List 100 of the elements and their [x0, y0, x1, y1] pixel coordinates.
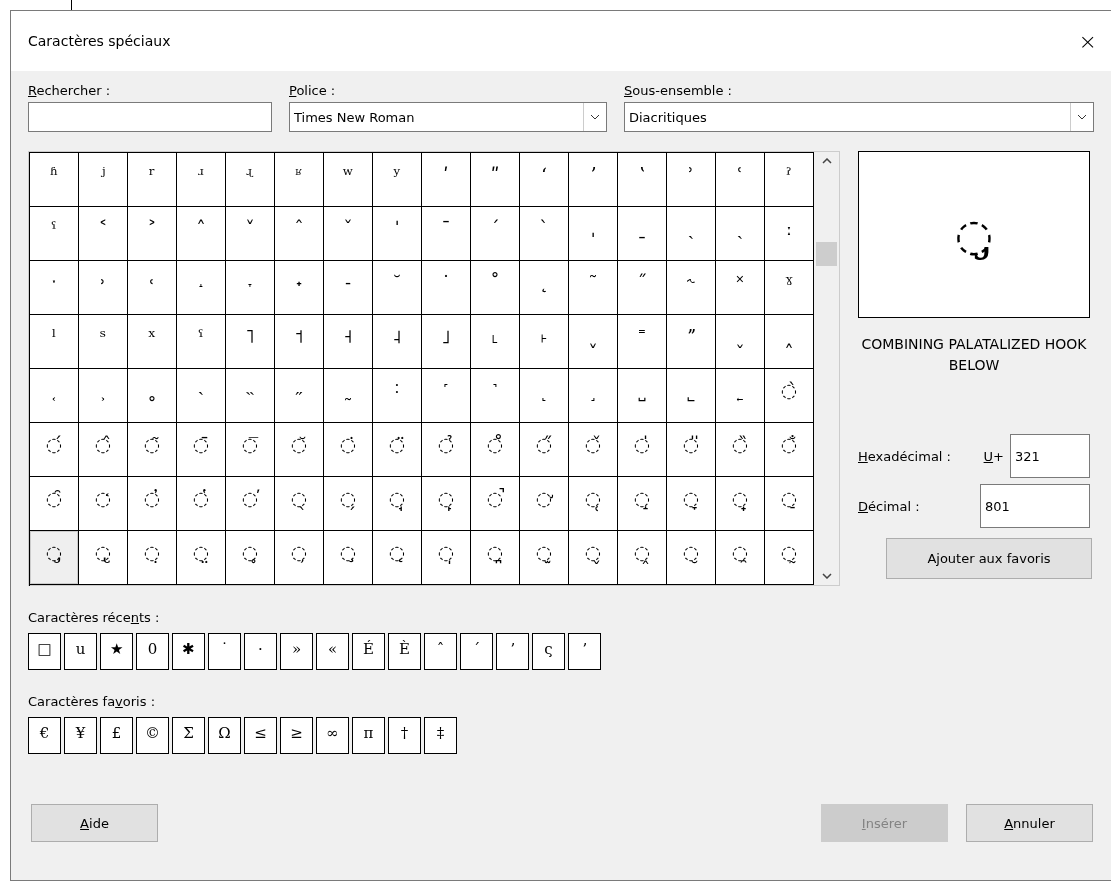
- character-cell[interactable]: ◌̍: [618, 423, 667, 477]
- character-cell[interactable]: ˗: [324, 261, 373, 315]
- favorite-character[interactable]: €: [28, 717, 61, 754]
- character-cell[interactable]: ◌̅: [226, 423, 275, 477]
- character-cell[interactable]: ˬ: [569, 315, 618, 369]
- character-cell[interactable]: ◌̇: [324, 423, 373, 477]
- scrollbar-thumb[interactable]: [816, 242, 837, 266]
- character-cell[interactable]: ˿: [716, 369, 765, 423]
- favorite-character[interactable]: ≥: [280, 717, 313, 754]
- character-cell[interactable]: ˟: [716, 261, 765, 315]
- character-cell[interactable]: ◌̭: [618, 531, 667, 585]
- character-cell[interactable]: ◌̞: [667, 477, 716, 531]
- character-cell[interactable]: ˡ: [30, 315, 79, 369]
- character-cell[interactable]: ◌̈: [373, 423, 422, 477]
- character-cell[interactable]: ◌̙: [422, 477, 471, 531]
- character-cell[interactable]: ˳: [128, 369, 177, 423]
- character-cell[interactable]: ˄: [177, 207, 226, 261]
- character-cell[interactable]: ◌̀: [765, 369, 814, 423]
- character-cell[interactable]: ◌̢: [79, 531, 128, 585]
- recent-character[interactable]: ★: [100, 633, 133, 670]
- character-cell[interactable]: ˥: [226, 315, 275, 369]
- character-cell[interactable]: ʻ: [520, 153, 569, 207]
- character-cell[interactable]: ˲: [79, 369, 128, 423]
- recent-character[interactable]: É: [352, 633, 385, 670]
- character-cell[interactable]: ˫: [520, 315, 569, 369]
- character-cell[interactable]: ˏ: [716, 207, 765, 261]
- character-cell[interactable]: ˼: [569, 369, 618, 423]
- character-cell[interactable]: ◌̖: [275, 477, 324, 531]
- scrollbar[interactable]: [814, 152, 839, 585]
- character-cell[interactable]: ˯: [716, 315, 765, 369]
- character-cell[interactable]: ◌̒: [79, 477, 128, 531]
- recent-character[interactable]: □: [28, 633, 61, 670]
- character-cell[interactable]: ˙: [422, 261, 471, 315]
- favorite-character[interactable]: ∞: [316, 717, 349, 754]
- character-cell[interactable]: ◌̟: [716, 477, 765, 531]
- character-cell[interactable]: ◌̯: [716, 531, 765, 585]
- character-cell[interactable]: ◌̥: [226, 531, 275, 585]
- character-cell[interactable]: ◌̬: [569, 531, 618, 585]
- character-cell[interactable]: ◌̓: [128, 477, 177, 531]
- favorite-character[interactable]: †: [388, 717, 421, 754]
- character-cell[interactable]: ˚: [471, 261, 520, 315]
- recent-character[interactable]: ˊ: [460, 633, 493, 670]
- character-cell[interactable]: ʱ: [30, 153, 79, 207]
- character-cell[interactable]: ˝: [618, 261, 667, 315]
- character-cell[interactable]: ◌̑: [30, 477, 79, 531]
- character-cell[interactable]: ◌̡: [30, 531, 79, 585]
- recent-character[interactable]: u: [64, 633, 97, 670]
- character-cell[interactable]: ˅: [226, 207, 275, 261]
- character-cell[interactable]: ◌̫: [520, 531, 569, 585]
- character-cell[interactable]: ʹ: [422, 153, 471, 207]
- character-cell[interactable]: ˵: [226, 369, 275, 423]
- character-cell[interactable]: ˰: [765, 315, 814, 369]
- recent-character[interactable]: ʼ: [496, 633, 529, 670]
- character-cell[interactable]: ˉ: [422, 207, 471, 261]
- character-cell[interactable]: ʺ: [471, 153, 520, 207]
- close-button[interactable]: ×: [1072, 28, 1103, 54]
- favorite-character[interactable]: ‡: [424, 717, 457, 754]
- character-cell[interactable]: ˣ: [128, 315, 177, 369]
- character-cell[interactable]: ◌̗: [324, 477, 373, 531]
- character-cell[interactable]: ˖: [275, 261, 324, 315]
- character-cell[interactable]: ˍ: [618, 207, 667, 261]
- character-cell[interactable]: ˾: [667, 369, 716, 423]
- dialog-button[interactable]: Annuler: [966, 804, 1093, 842]
- character-cell[interactable]: ◌̦: [275, 531, 324, 585]
- character-cell[interactable]: ◌̘: [373, 477, 422, 531]
- search-field[interactable]: [28, 102, 272, 132]
- character-cell[interactable]: ˑ: [30, 261, 79, 315]
- recent-character[interactable]: 0: [136, 633, 169, 670]
- character-cell[interactable]: ◌̣: [128, 531, 177, 585]
- character-cell[interactable]: ˜: [569, 261, 618, 315]
- character-cell[interactable]: ˺: [471, 369, 520, 423]
- subset-dropdown[interactable]: Diacritiques: [624, 102, 1094, 132]
- character-cell[interactable]: ◌̏: [716, 423, 765, 477]
- character-cell[interactable]: ◌̛: [520, 477, 569, 531]
- character-cell[interactable]: ʲ: [79, 153, 128, 207]
- character-cell[interactable]: ʶ: [275, 153, 324, 207]
- character-cell[interactable]: ◌̔: [177, 477, 226, 531]
- hex-field[interactable]: 321: [1010, 434, 1090, 478]
- character-cell[interactable]: ˈ: [373, 207, 422, 261]
- character-cell[interactable]: ◌̩: [422, 531, 471, 585]
- recent-character[interactable]: »: [280, 633, 313, 670]
- character-cell[interactable]: ˧: [324, 315, 373, 369]
- character-cell[interactable]: ˃: [128, 207, 177, 261]
- favorite-character[interactable]: Ω: [208, 717, 241, 754]
- character-cell[interactable]: ˓: [128, 261, 177, 315]
- character-cell[interactable]: ◌̧: [324, 531, 373, 585]
- favorite-character[interactable]: ¥: [64, 717, 97, 754]
- help-button[interactable]: Aide: [31, 804, 158, 842]
- character-cell[interactable]: ʾ: [667, 153, 716, 207]
- character-cell[interactable]: ˀ: [765, 153, 814, 207]
- character-cell[interactable]: ˠ: [765, 261, 814, 315]
- character-cell[interactable]: ʿ: [716, 153, 765, 207]
- character-cell[interactable]: ˢ: [79, 315, 128, 369]
- character-cell[interactable]: ◌̌: [569, 423, 618, 477]
- character-cell[interactable]: ʳ: [128, 153, 177, 207]
- recent-character[interactable]: ʼ: [568, 633, 601, 670]
- character-cell[interactable]: ˷: [324, 369, 373, 423]
- recent-character[interactable]: ˙: [208, 633, 241, 670]
- character-cell[interactable]: ◌̪: [471, 531, 520, 585]
- character-cell[interactable]: ʸ: [373, 153, 422, 207]
